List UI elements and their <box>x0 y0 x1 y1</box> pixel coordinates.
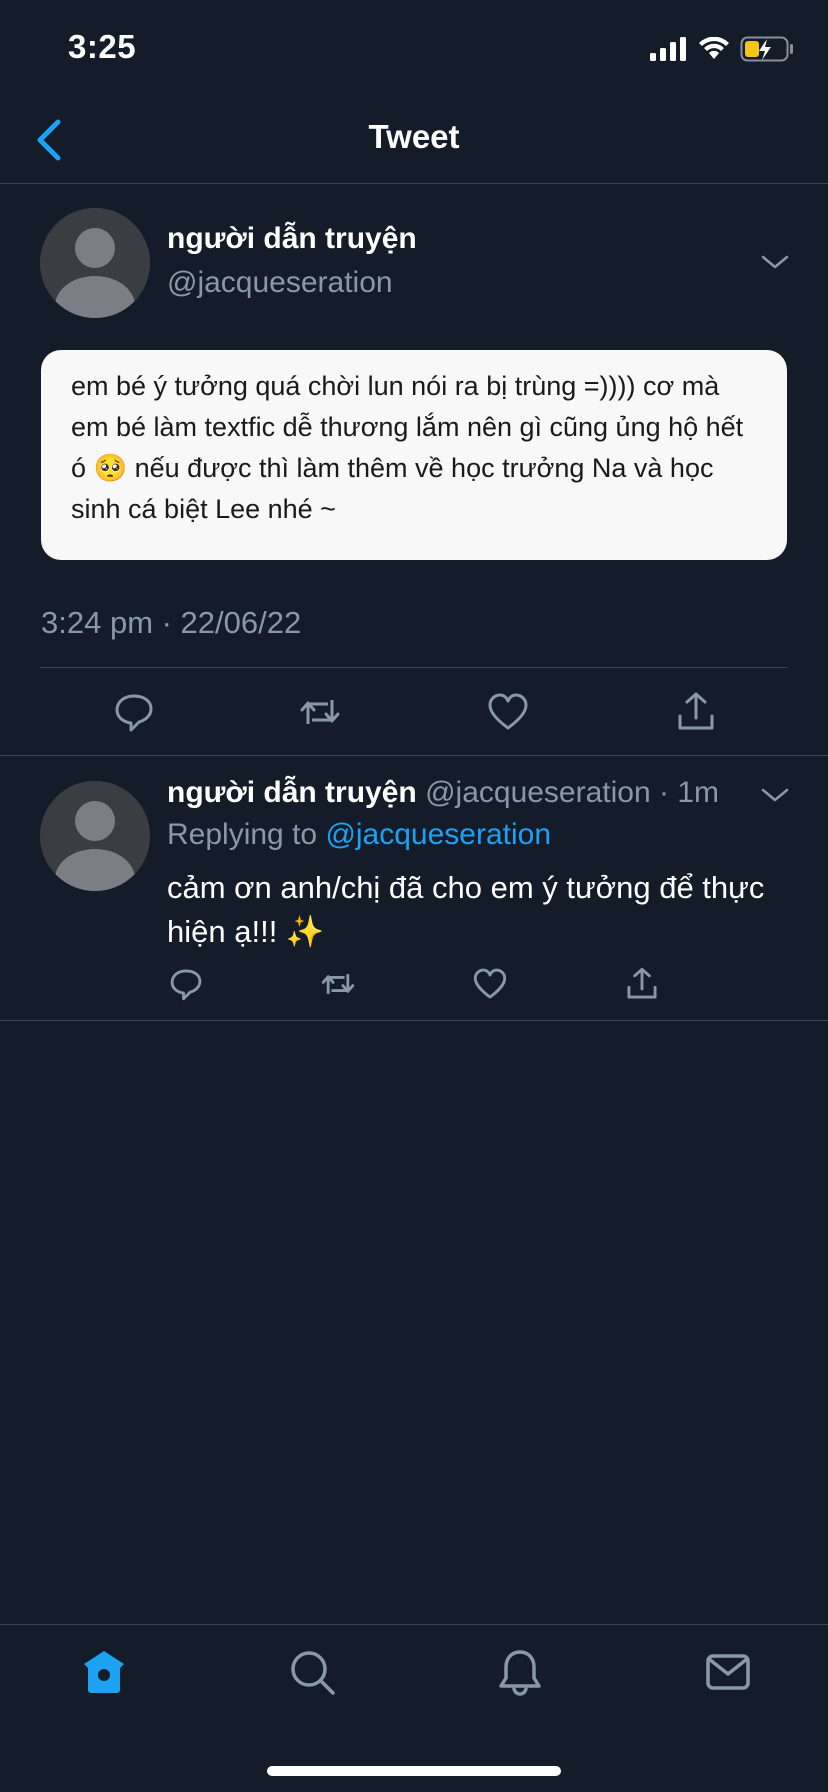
reply-options-button[interactable] <box>760 785 790 810</box>
timestamp-divider <box>40 667 788 668</box>
header-divider <box>0 183 828 184</box>
home-indicator[interactable] <box>267 1766 561 1776</box>
reply-icon <box>115 694 153 732</box>
search-icon <box>291 1651 335 1695</box>
reply-like-button[interactable] <box>472 966 508 1007</box>
notifications-icon <box>499 1650 541 1696</box>
status-icons <box>650 34 794 64</box>
author-handle[interactable]: @jacqueseration <box>167 266 393 300</box>
home-icon <box>84 1651 124 1693</box>
tab-notifications[interactable] <box>496 1648 544 1701</box>
status-time: 3:25 <box>68 28 137 65</box>
replying-prefix: Replying to <box>167 818 318 851</box>
reply-share-button[interactable] <box>624 966 660 1007</box>
tab-messages[interactable] <box>704 1648 752 1701</box>
reply-header: người dẫn truyện @jacqueseration · 1m <box>167 776 719 810</box>
author-name[interactable]: người dẫn truyện <box>167 222 417 256</box>
tab-bar-divider <box>0 1624 828 1625</box>
battery-icon <box>740 36 793 62</box>
reply-avatar[interactable] <box>40 781 150 891</box>
reply-time: 1m <box>677 776 720 809</box>
quote-card: em bé ý tưởng quá chời lun nói ra bị trù… <box>41 350 787 560</box>
replying-handle-link[interactable]: @jacqueseration <box>325 818 551 851</box>
replying-to: Replying to @jacqueseration <box>167 818 551 852</box>
separator-dot: · <box>650 776 678 809</box>
messages-icon <box>706 1654 750 1690</box>
retweet-button[interactable] <box>298 690 342 739</box>
quote-text: em bé ý tưởng quá chời lun nói ra bị trù… <box>71 371 744 524</box>
like-icon <box>473 968 507 999</box>
cellular-signal-icon <box>650 37 686 61</box>
page-title: Tweet <box>368 118 460 155</box>
reply-button[interactable] <box>112 690 156 739</box>
default-avatar-icon <box>40 208 150 318</box>
tab-search[interactable] <box>288 1648 336 1701</box>
chevron-down-icon <box>761 788 789 802</box>
reply-author-name[interactable]: người dẫn truyện <box>167 776 417 809</box>
retweet-icon <box>300 700 340 724</box>
main-tweet-divider <box>0 755 828 756</box>
reply-divider <box>0 1020 828 1021</box>
share-button[interactable] <box>674 690 718 739</box>
default-avatar-icon <box>40 781 150 891</box>
reply-reply-button[interactable] <box>168 966 204 1007</box>
share-icon <box>678 692 714 730</box>
reply-retweet-button[interactable] <box>320 966 356 1007</box>
reply-text: cảm ơn anh/chị đã cho em ý tưởng để thực… <box>167 870 765 949</box>
share-icon <box>627 967 657 999</box>
tweet-timestamp: 3:24 pm · 22/06/22 <box>41 605 302 640</box>
chevron-down-icon <box>761 255 789 269</box>
tweet-options-button[interactable] <box>760 252 790 277</box>
like-icon <box>488 693 528 730</box>
reply-author-handle[interactable]: @jacqueseration <box>425 776 651 809</box>
tab-home[interactable] <box>80 1648 128 1701</box>
wifi-icon <box>699 37 729 59</box>
reply-icon <box>170 969 202 1001</box>
like-button[interactable] <box>486 690 530 739</box>
avatar[interactable] <box>40 208 150 318</box>
retweet-icon <box>321 974 355 994</box>
